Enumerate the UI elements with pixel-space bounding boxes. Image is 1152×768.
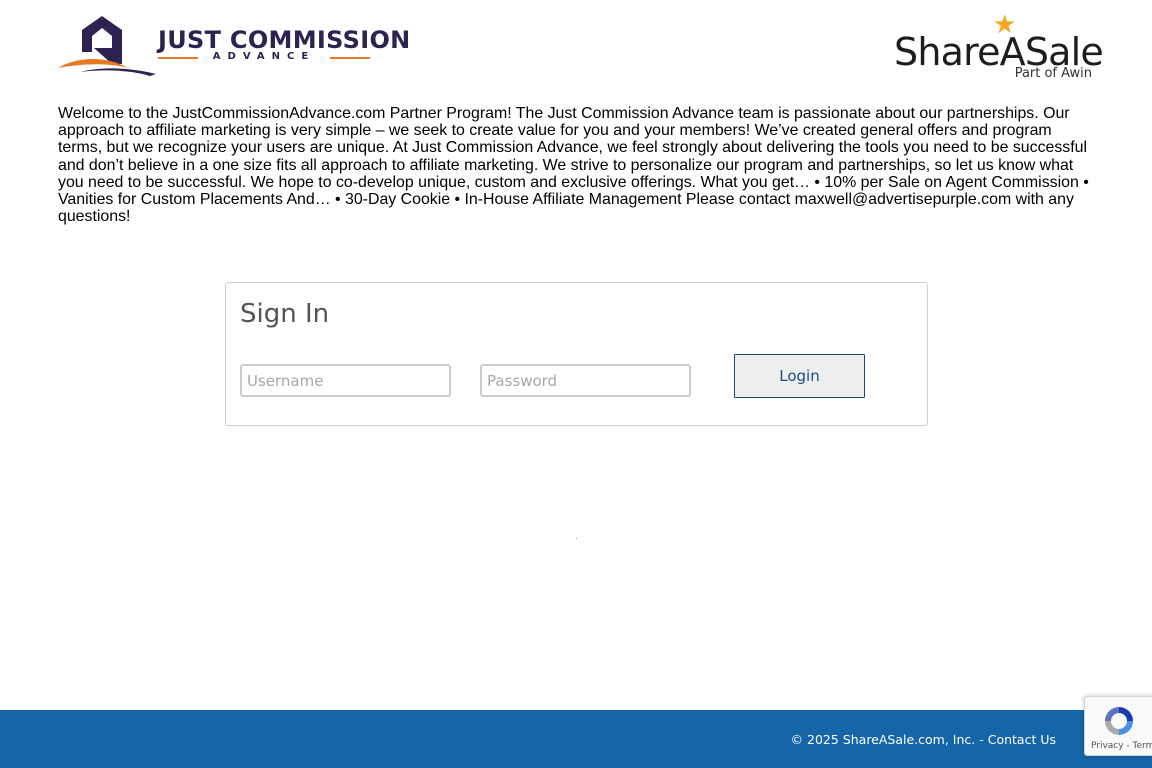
jca-tagline-rule-left <box>158 57 198 59</box>
username-input[interactable] <box>240 364 451 397</box>
contact-us-link[interactable]: Contact Us <box>988 732 1056 747</box>
signin-panel: Sign In Login <box>225 282 928 426</box>
jca-house-icon <box>58 16 156 76</box>
recaptcha-links[interactable]: Privacy - Terms <box>1091 741 1152 751</box>
program-description: Welcome to the JustCommissionAdvance.com… <box>58 105 1089 226</box>
part-of-awin-text: Part of Awin <box>1014 66 1092 81</box>
just-commission-advance-logo: JUST COMMISSION ADVANCE <box>58 12 410 80</box>
recaptcha-icon <box>1105 707 1133 735</box>
copyright-text: © 2025 ShareASale.com, Inc. - <box>790 732 988 747</box>
jca-tagline-rule-right <box>330 57 370 59</box>
jca-logo-text: JUST COMMISSION <box>158 26 411 54</box>
signin-title: Sign In <box>240 299 330 329</box>
footer: © 2025 ShareASale.com, Inc. - Contact Us <box>0 710 1152 768</box>
login-button[interactable]: Login <box>734 354 865 398</box>
footer-text: © 2025 ShareASale.com, Inc. - Contact Us <box>791 732 1056 747</box>
shareasale-logo: ★ ShareASale Part of Awin <box>892 12 1104 86</box>
recaptcha-badge[interactable]: Privacy - Terms <box>1084 696 1152 756</box>
loading-dot <box>576 538 577 539</box>
jca-logo-tagline-row: ADVANCE <box>158 51 370 65</box>
password-input[interactable] <box>480 364 691 397</box>
jca-logo-tagline: ADVANCE <box>212 51 316 62</box>
